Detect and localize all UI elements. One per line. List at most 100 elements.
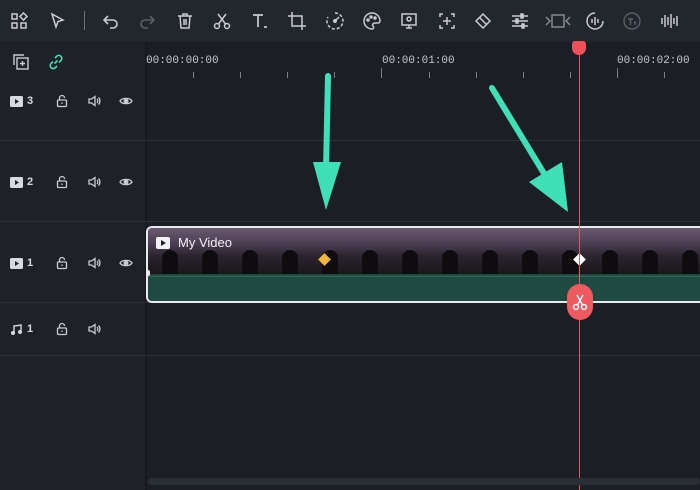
volume-icon[interactable] [86,321,102,337]
frame-silhouette [682,250,698,274]
annotation-arrow-diagonal [489,85,568,212]
scissors-icon [572,294,588,311]
lock-icon[interactable] [54,321,70,337]
video-track-icon [10,95,23,107]
clip-thumbnail-frame [468,228,508,274]
ruler-tick [664,72,665,78]
frame-silhouette [282,250,298,274]
eye-icon[interactable] [118,93,134,109]
video-freeze-icon[interactable] [543,8,573,34]
track-header-video-1: 1 [0,251,145,275]
track-label: 2 [10,176,33,188]
frame-silhouette [442,250,458,274]
track-number: 3 [27,95,34,107]
toolbar-divider [84,11,85,30]
playhead-handle[interactable] [572,41,586,55]
clip-thumbnail-frame [428,228,468,274]
frame-silhouette [522,250,538,274]
lock-icon[interactable] [54,93,70,109]
ruler-timecode: 00:00:01:00 [382,55,455,67]
frame-silhouette [482,250,498,274]
lock-icon[interactable] [54,174,70,190]
clip-thumbnail-frame [628,228,668,274]
clip-thumbnail-frame [348,228,388,274]
ruler-timecode: 00:00:00:00 [146,55,219,67]
track-number: 2 [27,176,34,188]
frame-silhouette [162,250,178,274]
track-number: 1 [27,257,34,269]
frame-silhouette [642,250,658,274]
clip-thumbnail-frame [588,228,628,274]
green-screen-icon[interactable] [396,8,422,34]
redo-icon[interactable] [134,8,160,34]
track-header-audio-1: 1 [0,317,145,341]
lane-divider [0,140,700,141]
add-track-icon[interactable] [12,53,30,71]
clip-video-icon [156,236,170,249]
layout-icon[interactable] [6,8,32,34]
lock-icon[interactable] [54,255,70,271]
ruler-tick [193,72,194,78]
volume-icon[interactable] [86,255,102,271]
clip-thumbnail-frame [388,228,428,274]
link-icon[interactable] [47,53,65,71]
split-button[interactable] [567,284,593,320]
audio-wave-icon[interactable] [582,8,608,34]
ruler-tick [617,68,618,78]
lane-divider [0,221,700,222]
frame-silhouette [402,250,418,274]
clip-thumbnail-frame [308,228,348,274]
volume-icon[interactable] [86,93,102,109]
eye-icon[interactable] [118,174,134,190]
video-track-icon [10,176,23,188]
select-pointer-icon[interactable] [45,8,71,34]
adjust-sliders-icon[interactable] [507,8,533,34]
frame-silhouette [202,250,218,274]
ruler-tick [476,72,477,78]
text-icon[interactable] [247,8,273,34]
track-label: 1 [10,323,33,335]
add-frame-icon[interactable] [434,8,460,34]
speech-to-text-icon[interactable] [619,8,645,34]
frame-silhouette [602,250,618,274]
video-track-icon [10,257,23,269]
music-note-icon [11,323,22,335]
track-label: 1 [10,257,33,269]
frame-silhouette [242,250,258,274]
horizontal-scrollbar[interactable] [148,478,700,485]
video-clip[interactable]: My Video [146,226,700,303]
lane-divider [0,355,700,356]
clip-thumbnail-frame [268,228,308,274]
track-header-video-2: 2 [0,170,145,194]
clip-trim-handle[interactable] [146,270,150,276]
clip-thumbnail-frame [228,228,268,274]
frame-silhouette [362,250,378,274]
ruler-tick [429,72,430,78]
ruler-timecode: 00:00:02:00 [617,55,690,67]
speed-icon[interactable] [322,8,348,34]
delete-icon[interactable] [172,8,198,34]
crop-icon[interactable] [284,8,310,34]
clip-name: My Video [178,235,232,250]
clip-thumbnail-frame [508,228,548,274]
ruler-tick [287,72,288,78]
scissors-icon[interactable] [209,8,235,34]
playhead-line[interactable] [579,47,580,490]
track-label: 3 [10,95,33,107]
eye-icon[interactable] [118,255,134,271]
clip-audio-waveform [148,276,700,301]
clip-thumbnail-frame [668,228,700,274]
toolbar [0,0,700,42]
undo-icon[interactable] [98,8,124,34]
volume-icon[interactable] [86,174,102,190]
annotation-arrow-down [313,73,341,210]
track-number: 1 [27,323,34,335]
keyframe-icon[interactable] [470,8,496,34]
track-header-video-3: 3 [0,89,145,113]
clip-title: My Video [156,235,232,250]
color-palette-icon[interactable] [359,8,385,34]
audio-levels-icon[interactable] [656,8,682,34]
ruler-tick [570,72,571,78]
ruler-tick [240,72,241,78]
ruler-tick [523,72,524,78]
